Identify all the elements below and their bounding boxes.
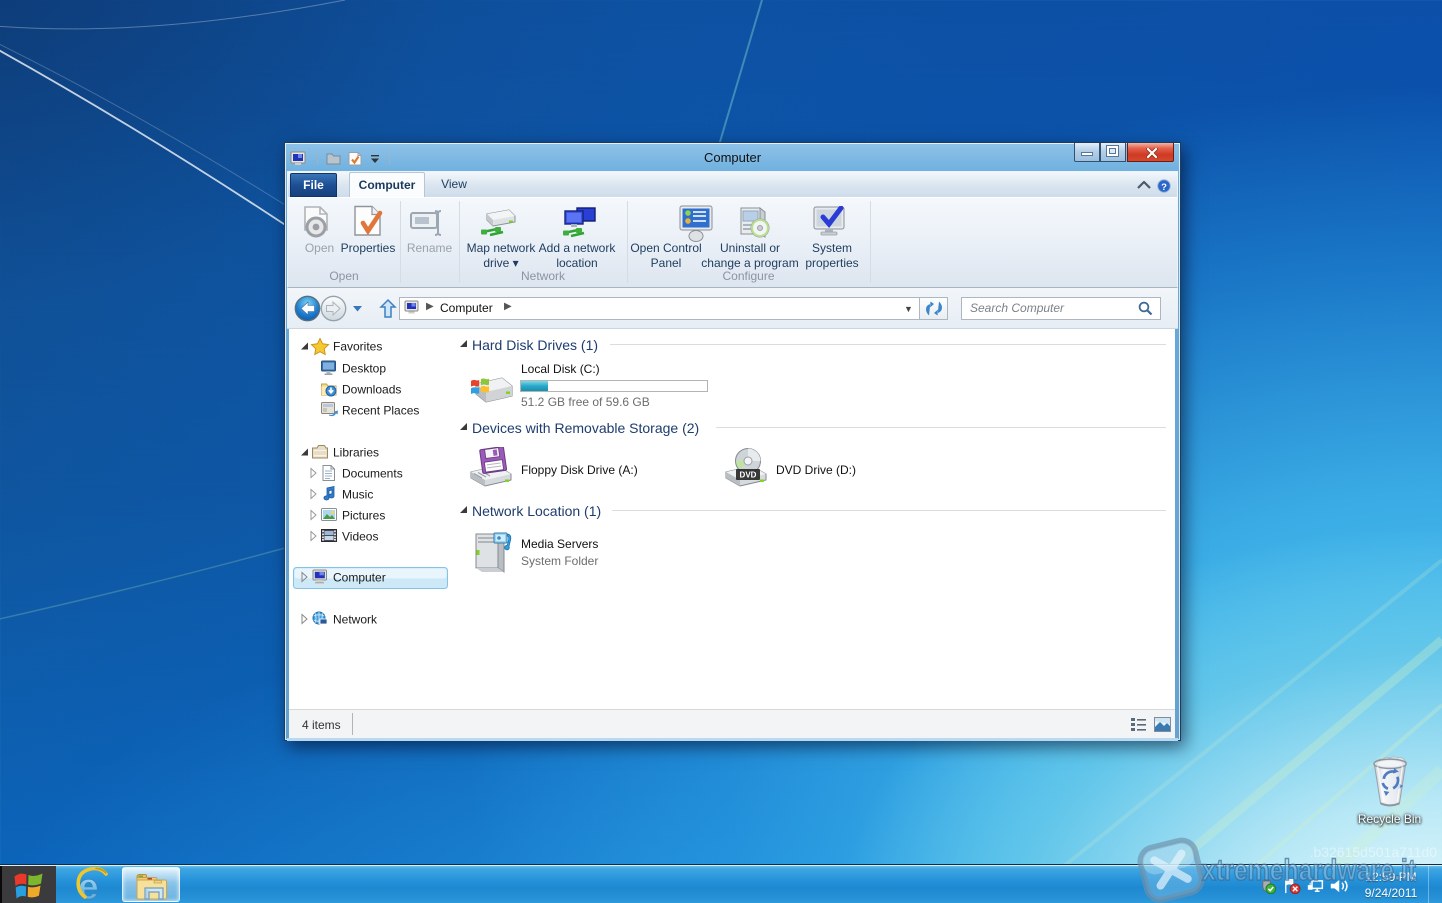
svg-text:Downloads: Downloads	[342, 383, 401, 397]
svg-text:Libraries: Libraries	[333, 446, 379, 460]
svg-text:Network: Network	[333, 613, 378, 627]
svg-text:Desktop: Desktop	[342, 362, 386, 376]
svg-text:Favorites: Favorites	[333, 340, 382, 354]
svg-text:?: ?	[1161, 182, 1167, 193]
svg-text:Recent Places: Recent Places	[342, 404, 419, 418]
svg-text:Pictures: Pictures	[342, 509, 385, 523]
svg-text:Computer: Computer	[333, 571, 386, 585]
svg-text:Videos: Videos	[342, 530, 378, 544]
svg-text:DVD: DVD	[740, 471, 757, 480]
svg-text:Documents: Documents	[342, 467, 403, 481]
svg-text:Music: Music	[342, 488, 373, 502]
